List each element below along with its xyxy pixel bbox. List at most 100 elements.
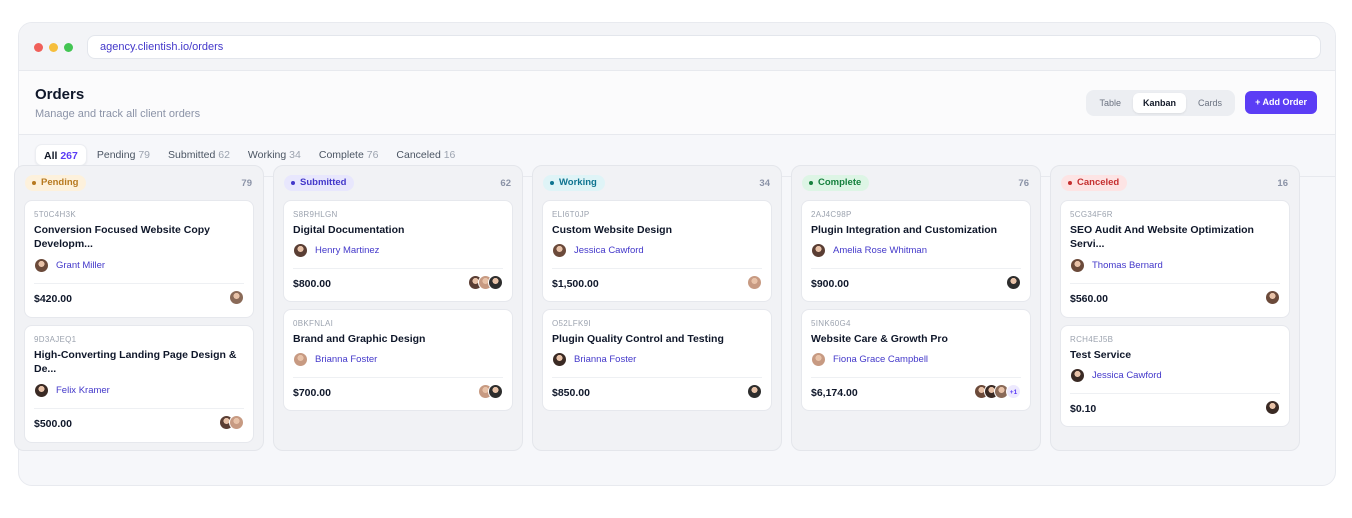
order-id: S8R9HLGN bbox=[293, 210, 338, 219]
filter-tab-working[interactable]: Working 34 bbox=[240, 144, 309, 166]
order-card[interactable]: 5T0C4H3K Conversion Focused Website Copy … bbox=[24, 200, 254, 318]
avatar bbox=[1070, 258, 1085, 273]
order-price: $1,500.00 bbox=[552, 278, 599, 290]
avatar bbox=[488, 275, 503, 290]
avatar bbox=[1006, 275, 1021, 290]
order-id: 9D3AJEQ1 bbox=[34, 335, 77, 344]
order-card[interactable]: ELI6T0JP Custom Website Design Jessica Caw… bbox=[542, 200, 772, 302]
assignee[interactable]: Amelia Rose Whitman bbox=[811, 243, 927, 258]
order-card[interactable]: O52LFK9I Plugin Quality Control and Testi… bbox=[542, 309, 772, 411]
order-id: RCH4EJ5B bbox=[1070, 335, 1114, 344]
status-label: Submitted bbox=[300, 177, 347, 188]
team-avatars bbox=[1006, 275, 1021, 290]
column-count: 79 bbox=[241, 178, 252, 189]
assignee[interactable]: Jessica Cawford bbox=[1070, 368, 1162, 383]
avatar bbox=[747, 384, 762, 399]
kanban-column-submitted: Submitted 62 S8R9HLGN Digital Documentation… bbox=[273, 165, 523, 451]
add-order-button[interactable]: + Add Order bbox=[1245, 91, 1317, 114]
order-title: Plugin Integration and Customization bbox=[811, 224, 998, 236]
page-title: Orders bbox=[35, 86, 85, 103]
team-avatars bbox=[747, 275, 762, 290]
filter-tab-all[interactable]: All 267 bbox=[35, 144, 87, 166]
status-badge: Working bbox=[543, 175, 605, 191]
view-cards-button[interactable]: Cards bbox=[1188, 93, 1232, 113]
address-bar[interactable]: agency.clientish.io/orders bbox=[87, 35, 1321, 59]
order-price: $700.00 bbox=[293, 387, 331, 399]
assignee-name: Fiona Grace Campbell bbox=[833, 354, 929, 365]
filter-tab-complete[interactable]: Complete 76 bbox=[311, 144, 387, 166]
filter-tab-pending[interactable]: Pending 79 bbox=[89, 144, 158, 166]
column-header: Working 34 bbox=[533, 166, 781, 200]
kanban-column-complete: Complete 76 2AJ4C98P Plugin Integration and… bbox=[791, 165, 1041, 451]
filter-count: 76 bbox=[366, 149, 379, 161]
view-kanban-button[interactable]: Kanban bbox=[1132, 93, 1186, 113]
order-id: 5T0C4H3K bbox=[34, 210, 76, 219]
assignee-name: Amelia Rose Whitman bbox=[833, 245, 927, 256]
close-dot-icon[interactable] bbox=[34, 43, 43, 52]
avatar bbox=[1070, 368, 1085, 383]
card-divider bbox=[1070, 283, 1280, 284]
page-header: Orders Manage and track all client order… bbox=[19, 71, 1335, 135]
filter-count: 16 bbox=[443, 149, 456, 161]
avatar bbox=[229, 415, 244, 430]
card-divider bbox=[293, 377, 503, 378]
assignee[interactable]: Fiona Grace Campbell bbox=[811, 352, 928, 367]
more-members-badge: +1 bbox=[1006, 384, 1021, 399]
kanban-column-canceled: Canceled 16 5CG34F6R SEO Audit And Website … bbox=[1050, 165, 1300, 451]
column-header: Complete 76 bbox=[792, 166, 1040, 200]
filter-label: Working bbox=[247, 149, 287, 161]
assignee[interactable]: Brianna Foster bbox=[293, 352, 377, 367]
order-title: Plugin Quality Control and Testing bbox=[552, 333, 724, 345]
filter-label: Complete bbox=[318, 149, 364, 161]
assignee[interactable]: Thomas Bernard bbox=[1070, 258, 1163, 273]
assignee[interactable]: Felix Kramer bbox=[34, 383, 110, 398]
column-count: 16 bbox=[1277, 178, 1288, 189]
order-card[interactable]: RCH4EJ5B Test Service Jessica Cawford $0.10 bbox=[1060, 325, 1290, 427]
order-card[interactable]: 0BKFNLAI Brand and Graphic Design Brianna … bbox=[283, 309, 513, 411]
assignee[interactable]: Henry Martinez bbox=[293, 243, 379, 258]
avatar bbox=[34, 383, 49, 398]
order-price: $500.00 bbox=[34, 418, 72, 430]
status-badge: Complete bbox=[802, 175, 870, 191]
order-title: Conversion Focused Website Copy Developm… bbox=[34, 224, 211, 250]
filter-tab-canceled[interactable]: Canceled 16 bbox=[388, 144, 463, 166]
order-card[interactable]: 2AJ4C98P Plugin Integration and Customiza… bbox=[801, 200, 1031, 302]
order-title: Custom Website Design bbox=[552, 224, 672, 236]
status-dot-icon bbox=[809, 181, 813, 185]
filter-count: 267 bbox=[60, 150, 78, 162]
order-id: ELI6T0JP bbox=[552, 210, 590, 219]
order-card[interactable]: S8R9HLGN Digital Documentation Henry Marti… bbox=[283, 200, 513, 302]
order-card[interactable]: 5CG34F6R SEO Audit And Website Optimizati… bbox=[1060, 200, 1290, 318]
status-dot-icon bbox=[550, 181, 554, 185]
kanban-column-working: Working 34 ELI6T0JP Custom Website Design Je… bbox=[532, 165, 782, 451]
assignee-name: Jessica Cawford bbox=[1092, 370, 1162, 381]
assignee[interactable]: Jessica Cawford bbox=[552, 243, 644, 258]
order-title: Website Care & Growth Pro bbox=[811, 333, 948, 345]
minimize-dot-icon[interactable] bbox=[49, 43, 58, 52]
filter-count: 79 bbox=[138, 149, 151, 161]
column-count: 34 bbox=[759, 178, 770, 189]
order-card[interactable]: 9D3AJEQ1 High-Converting Landing Page Des… bbox=[24, 325, 254, 443]
order-price: $6,174.00 bbox=[811, 387, 858, 399]
order-id: 5CG34F6R bbox=[1070, 210, 1113, 219]
card-divider bbox=[293, 268, 503, 269]
assignee[interactable]: Brianna Foster bbox=[552, 352, 636, 367]
status-label: Working bbox=[559, 177, 597, 188]
team-avatars bbox=[747, 384, 762, 399]
order-title: Digital Documentation bbox=[293, 224, 405, 236]
team-avatars bbox=[219, 415, 244, 430]
card-divider bbox=[34, 408, 244, 409]
view-toggle: Table Kanban Cards bbox=[1086, 90, 1235, 116]
status-dot-icon bbox=[291, 181, 295, 185]
avatar bbox=[488, 384, 503, 399]
assignee[interactable]: Grant Miller bbox=[34, 258, 105, 273]
maximize-dot-icon[interactable] bbox=[64, 43, 73, 52]
order-id: 5INK60G4 bbox=[811, 319, 851, 328]
team-avatars bbox=[1265, 290, 1280, 305]
order-card[interactable]: 5INK60G4 Website Care & Growth Pro Fiona G… bbox=[801, 309, 1031, 411]
filter-tab-submitted[interactable]: Submitted 62 bbox=[160, 144, 238, 166]
view-table-button[interactable]: Table bbox=[1089, 93, 1131, 113]
filter-count: 34 bbox=[289, 149, 301, 161]
status-badge: Pending bbox=[25, 175, 87, 191]
avatar bbox=[1265, 290, 1280, 305]
